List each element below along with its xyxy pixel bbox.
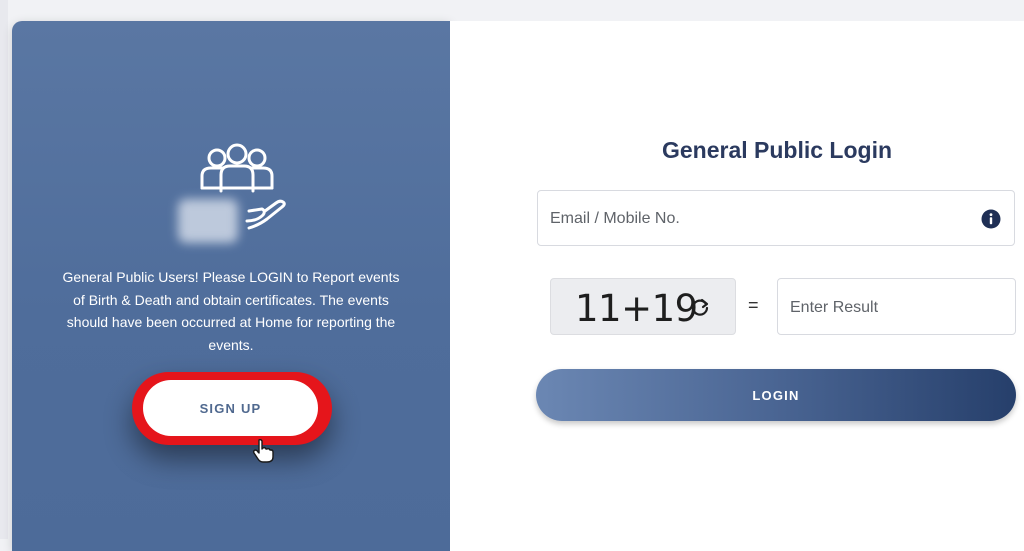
- hand-pointer-icon: [252, 439, 274, 463]
- email-input[interactable]: [548, 191, 972, 247]
- background-edge: [0, 0, 8, 539]
- info-icon[interactable]: [981, 209, 1001, 229]
- captcha-text: 11+19: [575, 287, 698, 330]
- captcha-box: 11+19: [550, 278, 736, 335]
- signup-button[interactable]: SIGN UP: [143, 380, 318, 436]
- login-button[interactable]: LOGIN: [536, 369, 1016, 421]
- page-title: General Public Login: [661, 137, 893, 163]
- panel-description: General Public Users! Please LOGIN to Re…: [62, 269, 400, 353]
- result-input[interactable]: [788, 279, 1010, 336]
- result-field[interactable]: [777, 278, 1016, 336]
- email-field[interactable]: [537, 190, 1015, 247]
- info-panel: General Public Users! Please LOGIN to Re…: [12, 21, 450, 551]
- refresh-icon[interactable]: [689, 296, 711, 318]
- blurred-hand-region: [178, 199, 238, 243]
- equals-sign: =: [748, 295, 759, 315]
